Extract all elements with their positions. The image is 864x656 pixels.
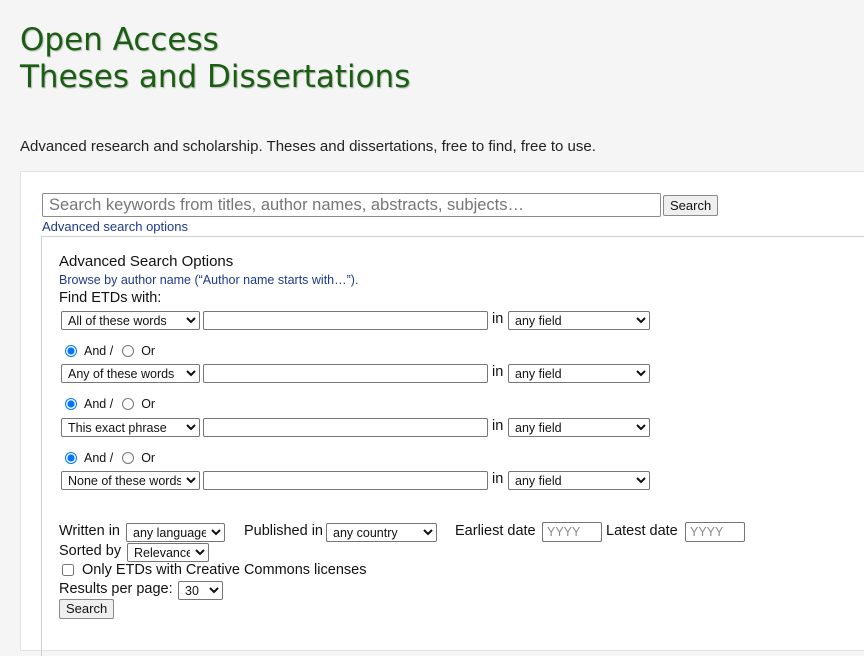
results-per-page-label: Results per page: (59, 581, 173, 597)
or-radio-4[interactable] (122, 452, 135, 464)
search-button[interactable]: Search (663, 195, 719, 216)
match-select-2[interactable]: Any of these words (61, 364, 200, 383)
site-title-line1: Open Access (20, 22, 219, 58)
site-title-line2: Theses and Dissertations (20, 59, 411, 95)
match-select-4[interactable]: None of these words (61, 471, 200, 490)
in-label-4: in (492, 471, 504, 487)
and-radio-4[interactable] (65, 452, 77, 464)
or-label-2: Or (141, 344, 156, 358)
search-panel: Search Advanced search options Advanced … (20, 171, 864, 656)
and-label-2: And / (84, 344, 114, 358)
latest-date-input[interactable] (685, 522, 745, 542)
in-label-1: in (492, 311, 504, 327)
or-radio-3[interactable] (122, 398, 135, 410)
term-input-1[interactable] (203, 311, 488, 330)
published-in-label: Published in (244, 523, 323, 539)
advanced-search-box: Advanced Search Options Browse by author… (41, 236, 864, 656)
and-label-3: And / (84, 397, 114, 411)
match-select-1[interactable]: All of these words (61, 311, 200, 330)
earliest-date-label: Earliest date (455, 523, 536, 539)
field-select-1[interactable]: any field (508, 311, 650, 330)
advanced-search-button[interactable]: Search (59, 599, 115, 619)
term-input-2[interactable] (203, 364, 488, 383)
find-etds-label: Find ETDs with: (59, 290, 162, 306)
results-per-page-select[interactable]: 30 (178, 581, 223, 600)
browse-author-link[interactable]: Browse by author name (“Author name star… (59, 273, 358, 287)
sort-select[interactable]: Relevance (127, 543, 209, 562)
match-select-3[interactable]: This exact phrase (61, 418, 200, 437)
advanced-heading: Advanced Search Options (59, 253, 234, 270)
and-radio-2[interactable] (65, 345, 77, 357)
or-label-3: Or (141, 397, 156, 411)
cc-filter-row: Only ETDs with Creative Commons licenses (59, 562, 366, 578)
cc-license-checkbox[interactable] (62, 564, 74, 576)
bool-radio-group-4: And / Or (65, 451, 155, 465)
and-radio-3[interactable] (65, 398, 77, 410)
country-select[interactable]: any country (326, 523, 437, 542)
language-select[interactable]: any language (126, 523, 225, 542)
and-label-4: And / (84, 451, 114, 465)
term-input-4[interactable] (203, 471, 488, 490)
earliest-date-input[interactable] (542, 522, 602, 542)
field-select-2[interactable]: any field (508, 364, 650, 383)
written-in-label: Written in (59, 523, 120, 539)
advanced-search-link[interactable]: Advanced search options (42, 219, 188, 234)
search-input[interactable] (42, 193, 661, 217)
cc-license-label: Only ETDs with Creative Commons licenses (82, 562, 367, 578)
field-select-3[interactable]: any field (508, 418, 650, 437)
tagline: Advanced research and scholarship. These… (20, 138, 596, 155)
bool-radio-group-3: And / Or (65, 397, 155, 411)
or-radio-2[interactable] (122, 345, 135, 357)
site-title: Open Access Theses and Dissertations (20, 22, 410, 96)
in-label-2: in (492, 364, 504, 380)
field-select-4[interactable]: any field (508, 471, 650, 490)
in-label-3: in (492, 418, 504, 434)
latest-date-label: Latest date (606, 523, 678, 539)
or-label-4: Or (141, 451, 156, 465)
bool-radio-group-2: And / Or (65, 344, 155, 358)
sorted-by-label: Sorted by (59, 543, 122, 559)
term-input-3[interactable] (203, 418, 488, 437)
